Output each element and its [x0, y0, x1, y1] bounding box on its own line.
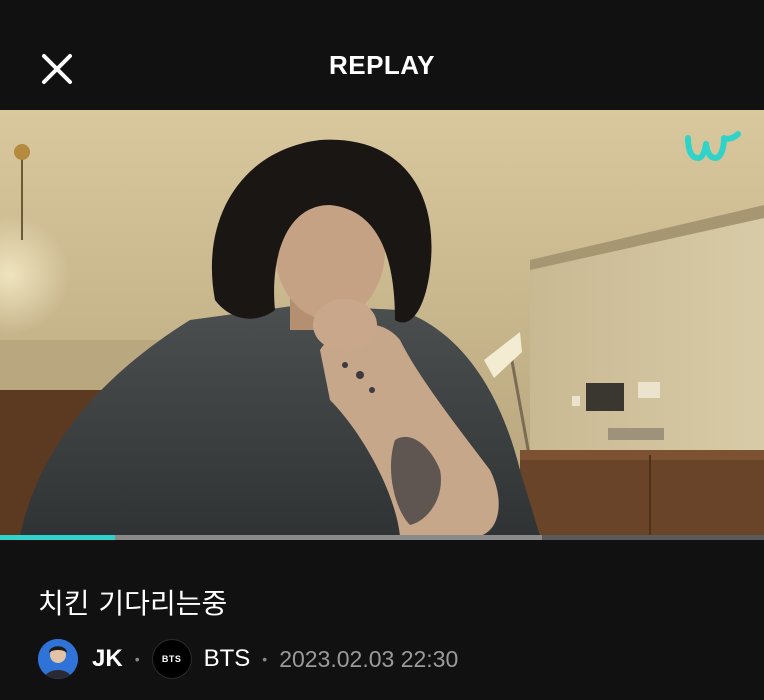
avatar-image: [38, 639, 78, 679]
weverse-logo-icon: [684, 126, 744, 166]
meta-row: JK • BTS BTS • 2023.02.03 22:30: [38, 638, 458, 680]
post-timestamp: 2023.02.03 22:30: [279, 645, 459, 672]
page-title: REPLAY: [328, 50, 436, 80]
replay-screen: REPLAY 치킨 기다리는중 JK • BTS BTS • 2023.02.0…: [0, 0, 764, 700]
video-player[interactable]: [0, 110, 764, 536]
header-bar: REPLAY: [0, 0, 764, 110]
live-title: 치킨 기다리는중: [38, 587, 228, 620]
artist-name[interactable]: JK: [92, 645, 123, 673]
community-name[interactable]: BTS: [204, 645, 251, 673]
community-logo[interactable]: BTS: [151, 639, 192, 679]
progress-fill: [0, 535, 115, 540]
separator-dot: •: [134, 651, 140, 667]
separator-dot: •: [262, 651, 268, 667]
playback-progress-bar[interactable]: [0, 535, 764, 540]
community-logo-text: BTS: [161, 654, 182, 664]
artist-avatar[interactable]: [38, 639, 78, 679]
video-frame: [0, 110, 764, 536]
